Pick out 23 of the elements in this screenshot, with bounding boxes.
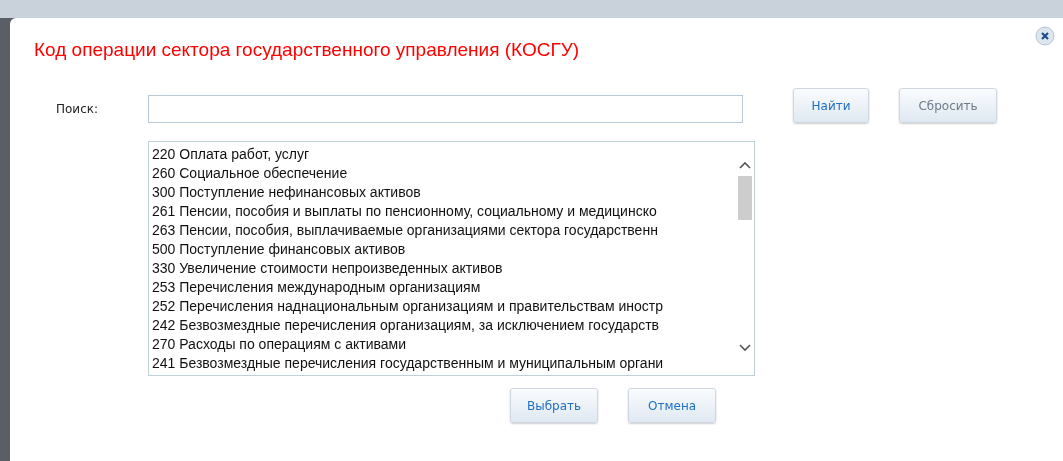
scrollbar-thumb[interactable] [738, 176, 752, 220]
search-field[interactable] [148, 94, 743, 123]
scroll-down-icon[interactable] [738, 343, 752, 353]
list-item[interactable]: 252 Перечисления наднациональным организациям и правительствам иностр [152, 297, 736, 316]
list-item[interactable]: 270 Расходы по операциям с активами [152, 335, 736, 354]
dialog-title: Код операции сектора государственного управления (КОСГУ) [34, 38, 581, 62]
list-item[interactable]: 261 Пенсии, пособия и выплаты по пенсионному, социальному и медицинско [152, 202, 736, 221]
find-button[interactable]: Найти [793, 88, 869, 123]
list-item[interactable]: 330 Увеличение стоимости непроизведенных активов [152, 259, 736, 278]
list-item[interactable]: 260 Социальное обеспечение [152, 164, 736, 183]
cancel-button[interactable]: Отмена [628, 388, 717, 423]
list-item[interactable]: 220 Оплата работ, услуг [152, 145, 736, 164]
close-icon[interactable] [1035, 26, 1055, 46]
list-item[interactable]: 241 Безвозмездные перечисления государственным и муниципальным органи [152, 354, 736, 373]
search-label: Поиск: [55, 101, 100, 116]
list-item[interactable]: 253 Перечисления международным организациям [152, 278, 736, 297]
select-button[interactable]: Выбрать [510, 388, 599, 423]
list-item[interactable]: 300 Поступление нефинансовых активов [152, 183, 736, 202]
list-box[interactable] [148, 141, 755, 376]
scroll-up-icon[interactable] [738, 160, 752, 170]
list-item[interactable]: 242 Безвозмездные перечисления организациям, за исключением государств [152, 316, 736, 335]
list-item[interactable]: 500 Поступление финансовых активов [152, 240, 736, 259]
list-item[interactable]: 263 Пенсии, пособия, выплачиваемые организациями сектора государственн [152, 221, 736, 240]
